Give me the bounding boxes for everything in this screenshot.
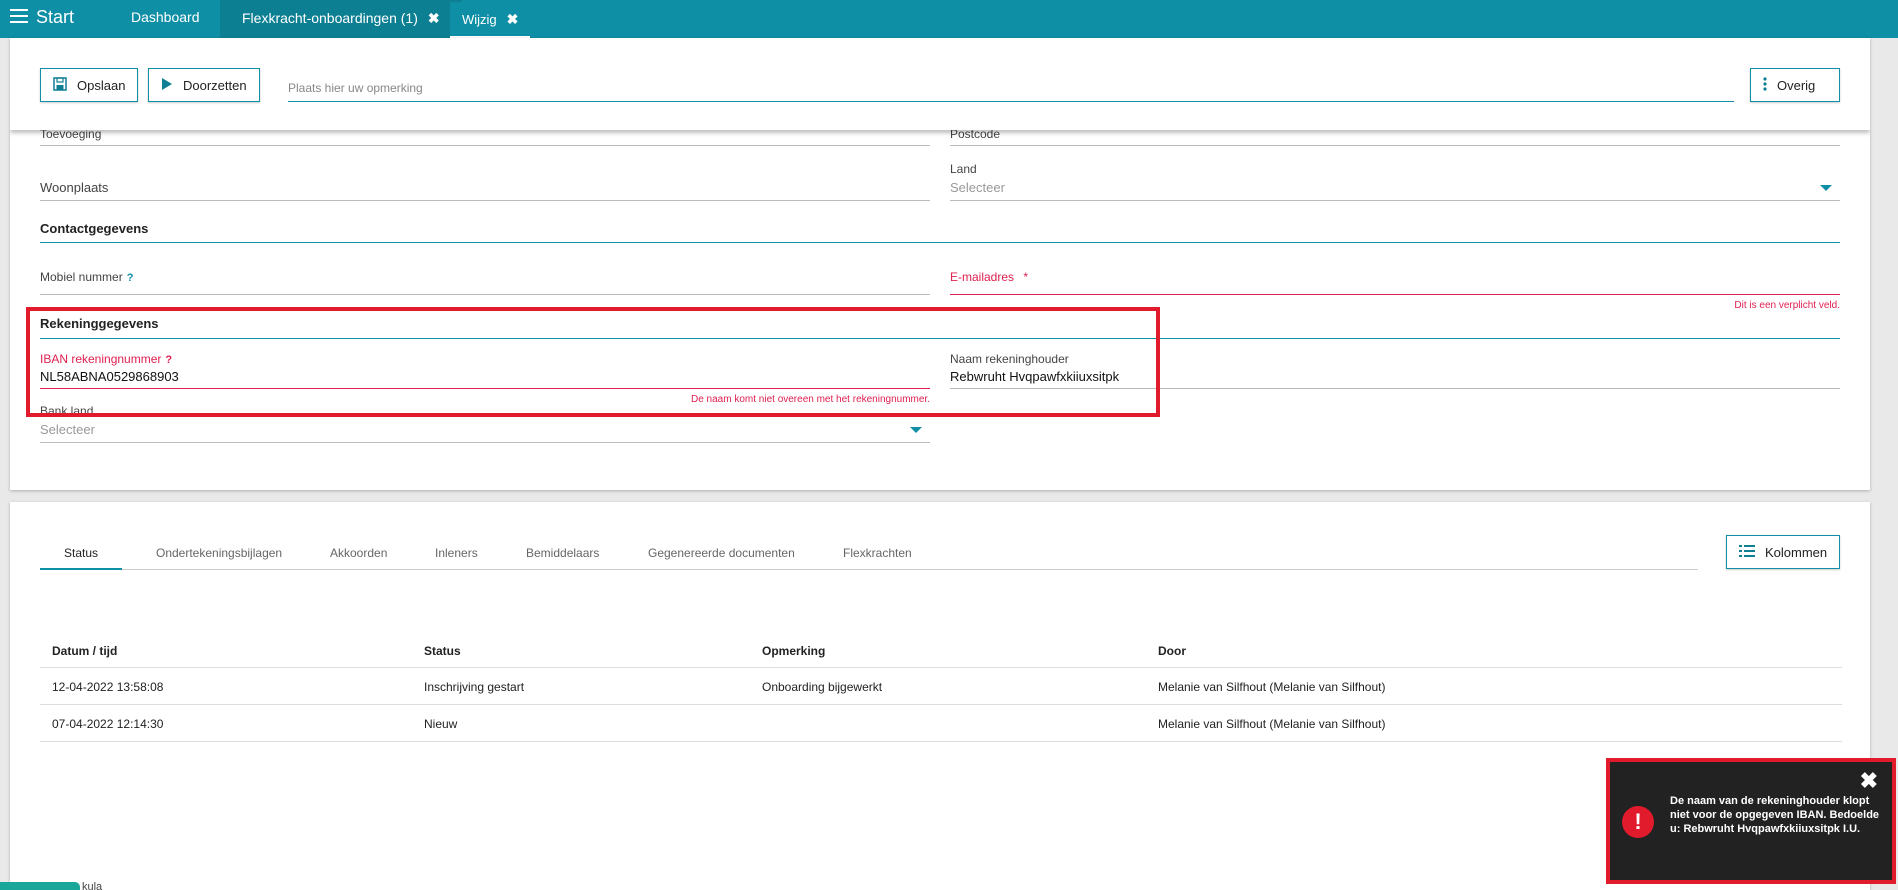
tab-flexkracht-onboardingen[interactable]: Flexkracht-onboardingen (1) ✖ xyxy=(220,0,462,38)
land-label: Land xyxy=(950,162,977,176)
chevron-down-icon xyxy=(910,427,922,433)
email-label: E-mailadres * xyxy=(950,270,1028,284)
tab-status[interactable]: Status xyxy=(40,546,123,570)
cell-datetime: 07-04-2022 12:14:30 xyxy=(52,717,164,731)
cell-by: Melanie van Silfhout (Melanie van Silfho… xyxy=(1158,680,1386,694)
mobile-label-text: Mobiel nummer xyxy=(40,270,123,284)
remark-input[interactable]: Plaats hier uw opmerking xyxy=(288,74,1734,102)
column-header-remark[interactable]: Opmerking xyxy=(762,644,825,658)
tab-flexkrachten[interactable]: Flexkrachten xyxy=(843,546,912,570)
table-row[interactable]: 07-04-2022 12:14:30 Nieuw Melanie van Si… xyxy=(40,705,1842,742)
cell-datetime: 12-04-2022 13:58:08 xyxy=(52,680,164,694)
email-label-text: E-mailadres xyxy=(950,270,1015,284)
required-asterisk: * xyxy=(1023,270,1029,284)
error-toast: ✖ ! De naam van de rekeninghouder klopt … xyxy=(1606,758,1896,884)
status-table: Datum / tijd Status Opmerking Door 12-04… xyxy=(40,632,1842,742)
forward-button-label: Doorzetten xyxy=(183,77,247,93)
list-icon xyxy=(1739,544,1755,560)
exclamation-icon: ! xyxy=(1622,806,1654,838)
table-row[interactable]: 12-04-2022 13:58:08 Inschrijving gestart… xyxy=(40,668,1842,705)
columns-button-label: Kolommen xyxy=(1765,544,1828,560)
form-card: Opslaan Doorzetten Plaats hier uw opmerk… xyxy=(10,38,1870,490)
close-icon[interactable]: ✖ xyxy=(1860,768,1878,794)
play-icon xyxy=(161,77,173,94)
save-button-label: Opslaan xyxy=(77,77,126,93)
help-icon[interactable]: ? xyxy=(127,272,134,284)
top-bar: Start Dashboard Flexkracht-onboardingen … xyxy=(0,0,1898,38)
cell-by: Melanie van Silfhout (Melanie van Silfho… xyxy=(1158,717,1386,731)
chevron-down-icon xyxy=(1820,185,1832,191)
tab-wijzig-label: Wijzig xyxy=(462,11,497,27)
land-select[interactable]: Land Selecteer xyxy=(950,162,1840,201)
section-divider xyxy=(40,242,1840,243)
toast-message: De naam van de rekeninghouder klopt niet… xyxy=(1670,795,1880,835)
vertical-dots-icon xyxy=(1763,76,1767,94)
table-header-row: Datum / tijd Status Opmerking Door xyxy=(40,632,1842,668)
tab-dashboard-label: Dashboard xyxy=(131,9,200,25)
details-card: Status Ondertekeningsbijlagen Akkoorden … xyxy=(10,502,1870,890)
tab-bemiddelaars[interactable]: Bemiddelaars xyxy=(526,546,599,570)
cell-remark: Onboarding bijgewerkt xyxy=(762,680,883,694)
forward-button[interactable]: Doorzetten xyxy=(148,68,260,102)
column-header-datetime[interactable]: Datum / tijd xyxy=(52,644,117,658)
footer-tag xyxy=(0,882,80,890)
mobile-field[interactable]: Mobiel nummer? xyxy=(40,266,930,295)
cell-status: Nieuw xyxy=(424,717,458,731)
highlight-box xyxy=(26,307,1160,417)
bank-country-placeholder: Selecteer xyxy=(40,422,95,437)
email-field[interactable]: E-mailadres * xyxy=(950,266,1840,295)
tab-gegenereerde-documenten[interactable]: Gegenereerde documenten xyxy=(648,546,795,570)
hamburger-menu-icon[interactable] xyxy=(10,7,28,25)
tab-ondertekeningsbijlagen[interactable]: Ondertekeningsbijlagen xyxy=(156,546,282,570)
woonplaats-field[interactable]: Woonplaats xyxy=(40,168,930,201)
action-bar: Opslaan Doorzetten Plaats hier uw opmerk… xyxy=(10,38,1870,130)
tab-akkoorden[interactable]: Akkoorden xyxy=(330,546,387,570)
contact-section-title: Contactgegevens xyxy=(40,221,149,236)
close-icon[interactable]: ✖ xyxy=(428,10,440,27)
save-button[interactable]: Opslaan xyxy=(40,68,139,102)
tab-dashboard[interactable]: Dashboard xyxy=(131,0,200,36)
mobile-label: Mobiel nummer? xyxy=(40,270,133,284)
tab-wijzig[interactable]: Wijzig ✖ xyxy=(450,2,531,38)
start-link[interactable]: Start xyxy=(36,7,74,28)
land-placeholder: Selecteer xyxy=(950,180,1005,195)
tab-flexkracht-label: Flexkracht-onboardingen (1) xyxy=(242,10,418,26)
columns-button[interactable]: Kolommen xyxy=(1726,535,1840,569)
woonplaats-label: Woonplaats xyxy=(40,180,109,195)
column-header-status[interactable]: Status xyxy=(424,644,461,658)
floppy-disk-icon xyxy=(53,76,67,94)
close-icon[interactable]: ✖ xyxy=(507,11,519,28)
cell-status: Inschrijving gestart xyxy=(424,680,525,694)
tab-inleners[interactable]: Inleners xyxy=(435,546,478,570)
detail-tabs: Status Ondertekeningsbijlagen Akkoorden … xyxy=(40,544,1698,570)
column-header-by[interactable]: Door xyxy=(1158,644,1186,658)
more-button-label: Overig xyxy=(1777,77,1816,93)
email-error: Dit is een verplicht veld. xyxy=(1734,300,1840,311)
footer-text: kula xyxy=(82,881,103,890)
more-button[interactable]: Overig xyxy=(1750,68,1840,102)
